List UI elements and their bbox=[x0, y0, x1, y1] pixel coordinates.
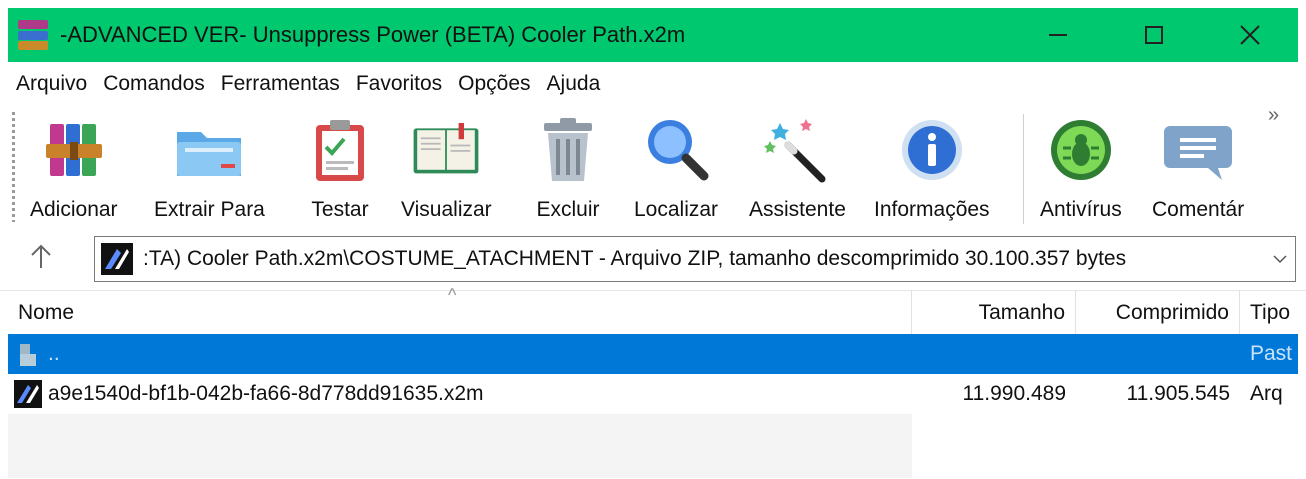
maximize-icon bbox=[1145, 26, 1163, 44]
info-label: Informações bbox=[874, 198, 990, 221]
antivirus-button[interactable]: Antivírus bbox=[1040, 114, 1122, 226]
test-clipboard-icon bbox=[316, 120, 364, 181]
menu-opcoes[interactable]: Opções bbox=[450, 72, 538, 96]
row-size bbox=[912, 334, 1066, 374]
view-button[interactable]: Visualizar bbox=[401, 114, 492, 226]
address-row: :TA) Cooler Path.x2m\COSTUME_ATACHMENT -… bbox=[8, 232, 1298, 286]
minimize-icon bbox=[1049, 34, 1067, 36]
menu-ferramentas[interactable]: Ferramentas bbox=[213, 72, 348, 96]
row-name: .. bbox=[48, 342, 60, 365]
column-header-packed[interactable]: Comprimido bbox=[1076, 291, 1240, 335]
view-book-icon bbox=[413, 123, 479, 174]
window-title: -ADVANCED VER- Unsuppress Power (BETA) C… bbox=[60, 22, 686, 47]
row-packed bbox=[1076, 334, 1230, 374]
minimize-button[interactable] bbox=[1010, 8, 1106, 62]
row-type: Arq bbox=[1250, 382, 1283, 405]
toolbar-separator bbox=[1023, 114, 1024, 224]
address-bar[interactable]: :TA) Cooler Path.x2m\COSTUME_ATACHMENT -… bbox=[94, 236, 1296, 282]
address-dropdown-button[interactable] bbox=[1265, 254, 1295, 264]
add-button[interactable]: Adicionar bbox=[30, 114, 118, 226]
info-button[interactable]: Informações bbox=[874, 114, 990, 226]
row-packed: 11.905.545 bbox=[1126, 382, 1230, 405]
menu-ajuda[interactable]: Ajuda bbox=[539, 72, 609, 96]
antivirus-bug-icon bbox=[1050, 120, 1111, 180]
antivirus-label: Antivírus bbox=[1040, 198, 1122, 221]
close-button[interactable] bbox=[1202, 8, 1298, 62]
toolbar-grip[interactable] bbox=[12, 112, 15, 222]
close-icon bbox=[1240, 25, 1260, 45]
comment-bubble-icon bbox=[1164, 126, 1233, 180]
find-label: Localizar bbox=[634, 198, 719, 221]
x2m-file-icon bbox=[14, 380, 42, 408]
menu-bar: Arquivo Comandos Ferramentas Favoritos O… bbox=[8, 64, 1298, 104]
winrar-books-icon bbox=[18, 20, 48, 50]
menu-arquivo[interactable]: Arquivo bbox=[8, 72, 95, 96]
menu-favoritos[interactable]: Favoritos bbox=[348, 72, 450, 96]
find-button[interactable]: Localizar bbox=[634, 114, 718, 226]
row-name: a9e1540d-bf1b-042b-fa66-8d778dd91635.x2m bbox=[48, 382, 484, 405]
file-list-header: ^ Nome Tamanho Comprimido Tipo bbox=[0, 285, 1306, 335]
up-arrow-icon[interactable] bbox=[26, 242, 56, 272]
table-row[interactable]: .. Past bbox=[8, 334, 1298, 374]
menu-comandos[interactable]: Comandos bbox=[95, 72, 213, 96]
comment-label: Comentár bbox=[1152, 198, 1245, 221]
table-row[interactable]: a9e1540d-bf1b-042b-fa66-8d778dd91635.x2m… bbox=[8, 374, 1298, 414]
column-header-size[interactable]: Tamanho bbox=[912, 291, 1076, 335]
delete-trash-icon bbox=[544, 118, 592, 181]
parent-folder-icon bbox=[20, 344, 36, 366]
wizard-button[interactable]: Assistente bbox=[749, 114, 846, 226]
find-magnifier-icon bbox=[648, 120, 709, 181]
row-size: 11.990.489 bbox=[962, 382, 1066, 405]
extract-to-label: Extrair Para bbox=[154, 198, 265, 221]
test-button[interactable]: Testar bbox=[304, 114, 376, 226]
list-empty-area[interactable] bbox=[8, 414, 912, 478]
extract-folder-icon bbox=[177, 132, 242, 176]
title-bar[interactable]: -ADVANCED VER- Unsuppress Power (BETA) C… bbox=[8, 8, 1298, 62]
wizard-label: Assistente bbox=[749, 198, 846, 221]
x2m-file-icon bbox=[101, 243, 133, 275]
toolbar-overflow-chevron-icon[interactable]: » bbox=[1268, 104, 1279, 127]
test-label: Testar bbox=[311, 198, 369, 221]
comment-button[interactable]: Comentár bbox=[1152, 114, 1244, 226]
toolbar: Adicionar Extrair Para Testar Visualizar… bbox=[8, 104, 1298, 230]
delete-button[interactable]: Excluir bbox=[532, 114, 604, 226]
add-archive-icon bbox=[45, 124, 102, 176]
maximize-button[interactable] bbox=[1106, 8, 1202, 62]
add-label: Adicionar bbox=[30, 198, 118, 221]
wizard-wand-icon bbox=[764, 119, 826, 183]
info-icon bbox=[901, 120, 962, 180]
view-label: Visualizar bbox=[401, 198, 492, 221]
column-header-type[interactable]: Tipo bbox=[1240, 291, 1298, 335]
extract-to-button[interactable]: Extrair Para bbox=[154, 114, 265, 226]
address-text: :TA) Cooler Path.x2m\COSTUME_ATACHMENT -… bbox=[143, 247, 1127, 270]
row-type: Past bbox=[1250, 342, 1293, 365]
column-header-name[interactable]: Nome bbox=[8, 291, 912, 335]
chevron-down-icon bbox=[1273, 255, 1287, 264]
delete-label: Excluir bbox=[536, 198, 600, 221]
